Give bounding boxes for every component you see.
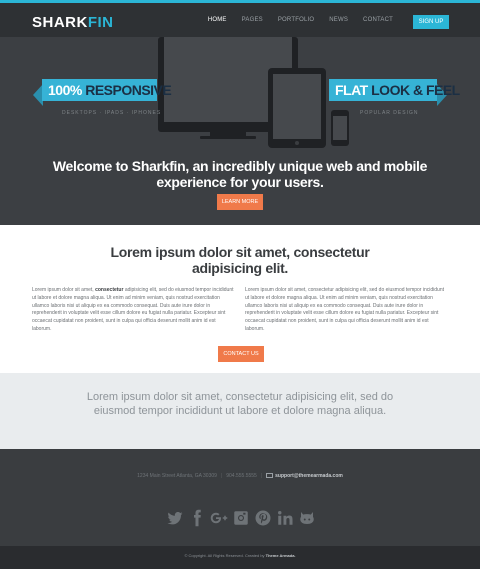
footer-address: 1234 Main Street Atlanta, GA 30309 xyxy=(137,473,217,479)
ribbon-right-accent: FLAT xyxy=(335,82,368,98)
ribbon-right-text: LOOK & FEEL xyxy=(371,82,460,98)
nav-pages[interactable]: PAGES xyxy=(242,17,263,23)
social-links xyxy=(166,509,320,527)
copyright-text: © Copyright. All Rights Reserved. Create… xyxy=(0,553,480,558)
pinterest-icon[interactable] xyxy=(254,509,272,527)
logo-accent: FIN xyxy=(87,14,114,31)
site-header: SHARKFIN HOME PAGES PORTFOLIO NEWS CONTA… xyxy=(0,3,480,37)
site-logo[interactable]: SHARKFIN xyxy=(32,14,114,31)
nav-contact[interactable]: CONTACT xyxy=(363,17,393,23)
main-nav: HOME PAGES PORTFOLIO NEWS CONTACT xyxy=(193,17,393,23)
ribbon-responsive: 100% RESPONSIVE xyxy=(42,79,172,101)
col-left-bold: consectetur xyxy=(95,287,124,293)
section-title: Lorem ipsum dolor sit amet, consectetur … xyxy=(110,244,370,276)
logo-main: SHARK xyxy=(32,14,88,31)
copyright-main: © Copyright. All Rights Reserved. Create… xyxy=(184,553,266,558)
twitter-icon[interactable] xyxy=(166,509,184,527)
linkedin-icon[interactable] xyxy=(276,509,294,527)
contact-info: 1234 Main Street Atlanta, GA 30309 | 904.5… xyxy=(137,473,343,479)
github-icon[interactable] xyxy=(298,509,316,527)
footer-email[interactable]: support@themearmada.com xyxy=(275,473,343,479)
phone-icon xyxy=(331,110,349,146)
hero-title: Welcome to Sharkfin, an incredibly uniqu… xyxy=(52,158,428,190)
nav-home[interactable]: HOME xyxy=(208,17,227,23)
copyright-author[interactable]: Theme Armada. xyxy=(266,553,296,558)
signup-button[interactable]: SIGN UP xyxy=(413,15,449,29)
footer-phone: 904.555.5555 xyxy=(226,473,257,479)
col-left-rest: adipisicing elit, sed do eiusmod tempor … xyxy=(32,287,234,332)
intro-section: Lorem ipsum dolor sit amet, consectetur … xyxy=(0,225,480,373)
quote-text: Lorem ipsum dolor sit amet, consectetur … xyxy=(86,391,394,417)
text-column-left: Lorem ipsum dolor sit amet, consectetur … xyxy=(32,287,236,334)
ribbon-right-subtitle: POPULAR DESIGN xyxy=(360,110,419,116)
facebook-icon[interactable] xyxy=(188,509,206,527)
hero-section: 100% RESPONSIVE DESKTOPS · IPADS · IPHON… xyxy=(0,37,480,225)
nav-portfolio[interactable]: PORTFOLIO xyxy=(278,17,314,23)
quote-section: Lorem ipsum dolor sit amet, consectetur … xyxy=(0,373,480,449)
col-left-intro: Lorem ipsum dolor sit amet, xyxy=(32,287,96,293)
ribbon-left-accent: 100% xyxy=(48,82,82,98)
instagram-icon[interactable] xyxy=(232,509,250,527)
mail-icon xyxy=(266,473,274,478)
tablet-icon xyxy=(268,68,326,148)
site-footer: 1234 Main Street Atlanta, GA 30309 | 904.5… xyxy=(0,449,480,546)
text-column-right: Lorem ipsum dolor sit amet, consectetur … xyxy=(245,287,444,332)
nav-news[interactable]: NEWS xyxy=(329,17,348,23)
ribbon-flat: FLAT LOOK & FEEL xyxy=(329,79,460,101)
learn-more-button[interactable]: LEARN MORE xyxy=(217,194,263,210)
ribbon-left-subtitle: DESKTOPS · IPADS · IPHONES xyxy=(62,110,162,116)
ribbon-left-text: RESPONSIVE xyxy=(85,82,172,98)
contact-us-button[interactable]: CONTACT US xyxy=(218,346,264,362)
copyright-bar: © Copyright. All Rights Reserved. Create… xyxy=(0,546,480,569)
google-plus-icon[interactable] xyxy=(210,509,228,527)
